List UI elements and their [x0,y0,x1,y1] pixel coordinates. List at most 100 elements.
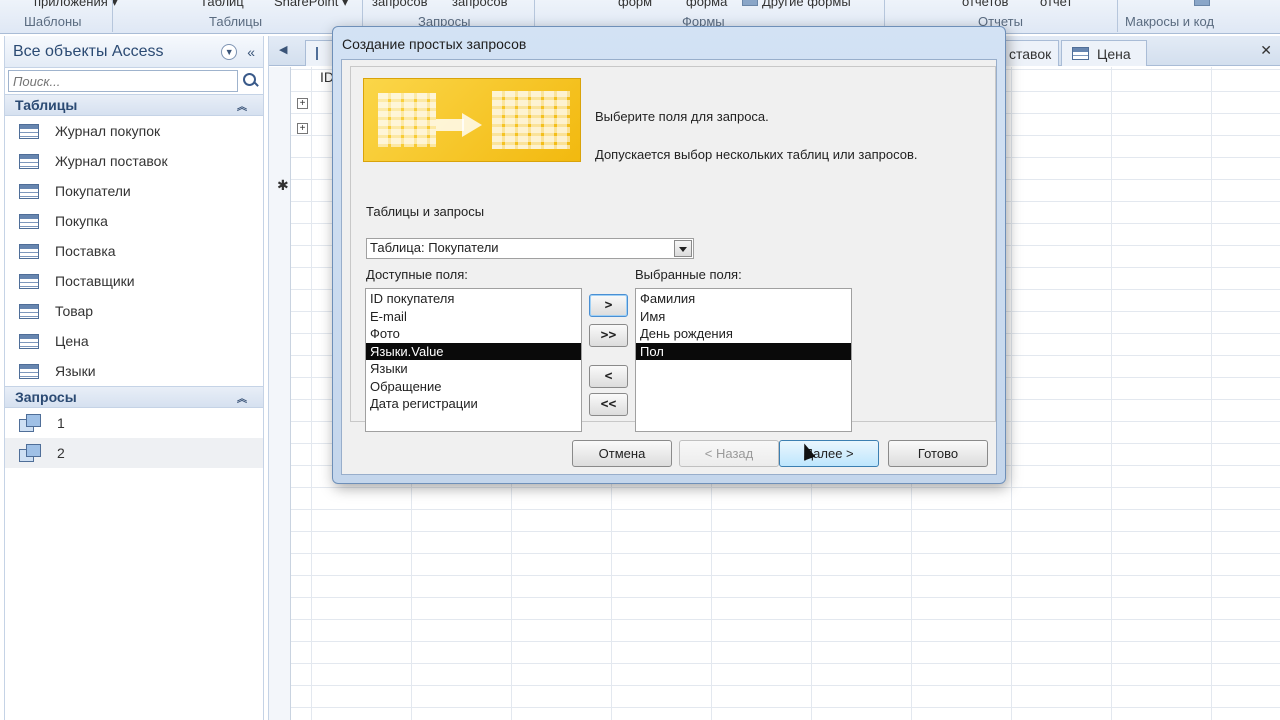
nav-table-item[interactable]: Покупатели [5,176,263,206]
nav-query-item[interactable]: 2 [5,438,263,468]
wizard-intro-line2: Допускается выбор нескольких таблиц или … [595,147,918,162]
ribbon-report-wizard-button[interactable]: отчетов [962,0,1008,9]
nav-table-label: Языки [55,363,96,379]
nav-group-queries[interactable]: Запросы ︽ [5,386,263,408]
nav-pane-header[interactable]: Все объекты Access ▼ « [5,36,263,68]
ribbon-query-wizard-button[interactable]: запросов [372,0,427,9]
more-forms-icon [742,0,758,6]
table-icon [19,123,39,139]
available-field-item[interactable]: Языки [366,360,581,378]
ribbon-more-forms-button[interactable]: Другие формы [762,0,851,9]
nav-query-label: 1 [57,415,65,431]
table-icon [19,213,39,229]
tab-scroll-left-icon[interactable]: ◀ [279,43,287,56]
tables-queries-combo[interactable]: Таблица: Покупатели [366,238,694,259]
navigation-pane: Все объекты Access ▼ « Таблицы ︽ Журнал … [4,36,264,720]
document-tab-price[interactable]: Цена [1061,40,1147,66]
wizard-result-table-graphic [492,91,570,149]
nav-query-item[interactable]: 1 [5,408,263,438]
finish-button[interactable]: Готово [888,440,988,467]
ribbon-query-design-button[interactable]: запросов [452,0,507,9]
nav-table-item[interactable]: Поставка [5,236,263,266]
selected-field-item-selected[interactable]: Пол [636,342,851,360]
collapse-group-icon[interactable]: ︽ [237,390,247,405]
nav-table-label: Журнал покупок [55,123,161,139]
nav-table-item[interactable]: Журнал поставок [5,146,263,176]
collapse-pane-icon[interactable]: « [247,44,255,60]
query-icon [19,414,41,432]
selected-field-item[interactable]: Фамилия [636,290,851,308]
tables-queries-combo-value: Таблица: Покупатели [370,240,499,255]
back-button[interactable]: < Назад [679,440,779,467]
chevron-down-icon[interactable] [674,240,692,257]
selected-field-item[interactable]: Имя [636,308,851,326]
ribbon-separator [1117,0,1118,32]
search-icon[interactable] [242,72,260,90]
ribbon-app-parts-button[interactable]: приложения ▾ [34,0,118,10]
nav-table-item[interactable]: Покупка [5,206,263,236]
document-tab-partial[interactable] [305,40,335,66]
nav-table-item[interactable]: Журнал покупок [5,116,263,146]
ribbon-blank-report-button[interactable]: отчет [1040,0,1072,9]
close-icon[interactable]: ✕ [1260,42,1272,59]
nav-menu-chevron-icon[interactable]: ▼ [221,43,238,60]
expand-row-icon[interactable]: + [297,123,308,134]
table-icon [19,363,39,379]
collapse-group-icon[interactable]: ︽ [237,98,247,113]
add-all-fields-button[interactable]: >> [589,324,628,347]
nav-search-row [5,68,263,94]
nav-search-input[interactable] [8,70,239,92]
table-icon [19,183,39,199]
ribbon-form-wizard-button[interactable]: форм [618,0,652,9]
nav-group-queries-label: Запросы [15,389,77,405]
wizard-source-table-graphic [378,93,436,147]
ribbon-separator [112,0,113,32]
available-field-item-selected[interactable]: Языки.Value [366,342,581,360]
available-field-item[interactable]: ID покупателя [366,290,581,308]
wizard-intro-line1: Выберите поля для запроса. [595,109,769,124]
dialog-title: Создание простых запросов [342,36,527,52]
ribbon-table-button[interactable]: Таблиц [200,0,244,9]
nav-table-item[interactable]: Товар [5,296,263,326]
available-field-item[interactable]: Фото [366,325,581,343]
nav-table-label: Цена [55,333,89,349]
tables-queries-label: Таблицы и запросы [366,204,485,219]
table-icon [1072,47,1089,60]
ribbon-group-macros: Макросы и код [1125,14,1215,29]
cancel-button[interactable]: Отмена [572,440,672,467]
remove-all-fields-button[interactable]: << [589,393,628,416]
record-selector-column[interactable] [269,67,291,720]
macro-icon [1194,0,1210,6]
nav-table-label: Товар [55,303,94,319]
simple-query-wizard-dialog: Создание простых запросов Выберите поля … [332,26,1006,484]
new-record-icon: ✱ [277,177,289,193]
document-tab-supplies[interactable]: ставок [999,40,1059,66]
nav-table-item[interactable]: Цена [5,326,263,356]
wizard-arrow-icon [462,113,482,137]
wizard-panel: Выберите поля для запроса. Допускается в… [350,66,996,432]
document-tab-label: ставок [1009,45,1052,62]
selected-fields-list[interactable]: Фамилия Имя День рождения Пол [635,288,852,432]
nav-table-item[interactable]: Языки [5,356,263,386]
nav-group-tables-label: Таблицы [15,97,78,113]
nav-query-label: 2 [57,445,65,461]
available-fields-list[interactable]: ID покупателя E-mail Фото Языки.Value Яз… [365,288,582,432]
available-field-item[interactable]: Обращение [366,378,581,396]
nav-table-label: Журнал поставок [55,153,168,169]
available-field-item[interactable]: Дата регистрации [366,395,581,413]
ribbon-group-tables: Таблицы [209,14,263,29]
next-button[interactable]: Далее > [779,440,879,467]
nav-table-item[interactable]: Поставщики [5,266,263,296]
query-icon [19,444,41,462]
selected-field-item[interactable]: День рождения [636,325,851,343]
remove-field-button[interactable]: < [589,365,628,388]
nav-group-tables[interactable]: Таблицы ︽ [5,94,263,116]
ribbon-blank-form-button[interactable]: форма [686,0,727,9]
expand-row-icon[interactable]: + [297,98,308,109]
wizard-arrow-shaft-graphic [436,119,464,131]
nav-table-label: Покупка [55,213,108,229]
ribbon-sharepoint-button[interactable]: SharePoint ▾ [274,0,348,10]
add-field-button[interactable]: > [589,294,628,317]
nav-table-label: Поставщики [55,273,135,289]
available-field-item[interactable]: E-mail [366,308,581,326]
